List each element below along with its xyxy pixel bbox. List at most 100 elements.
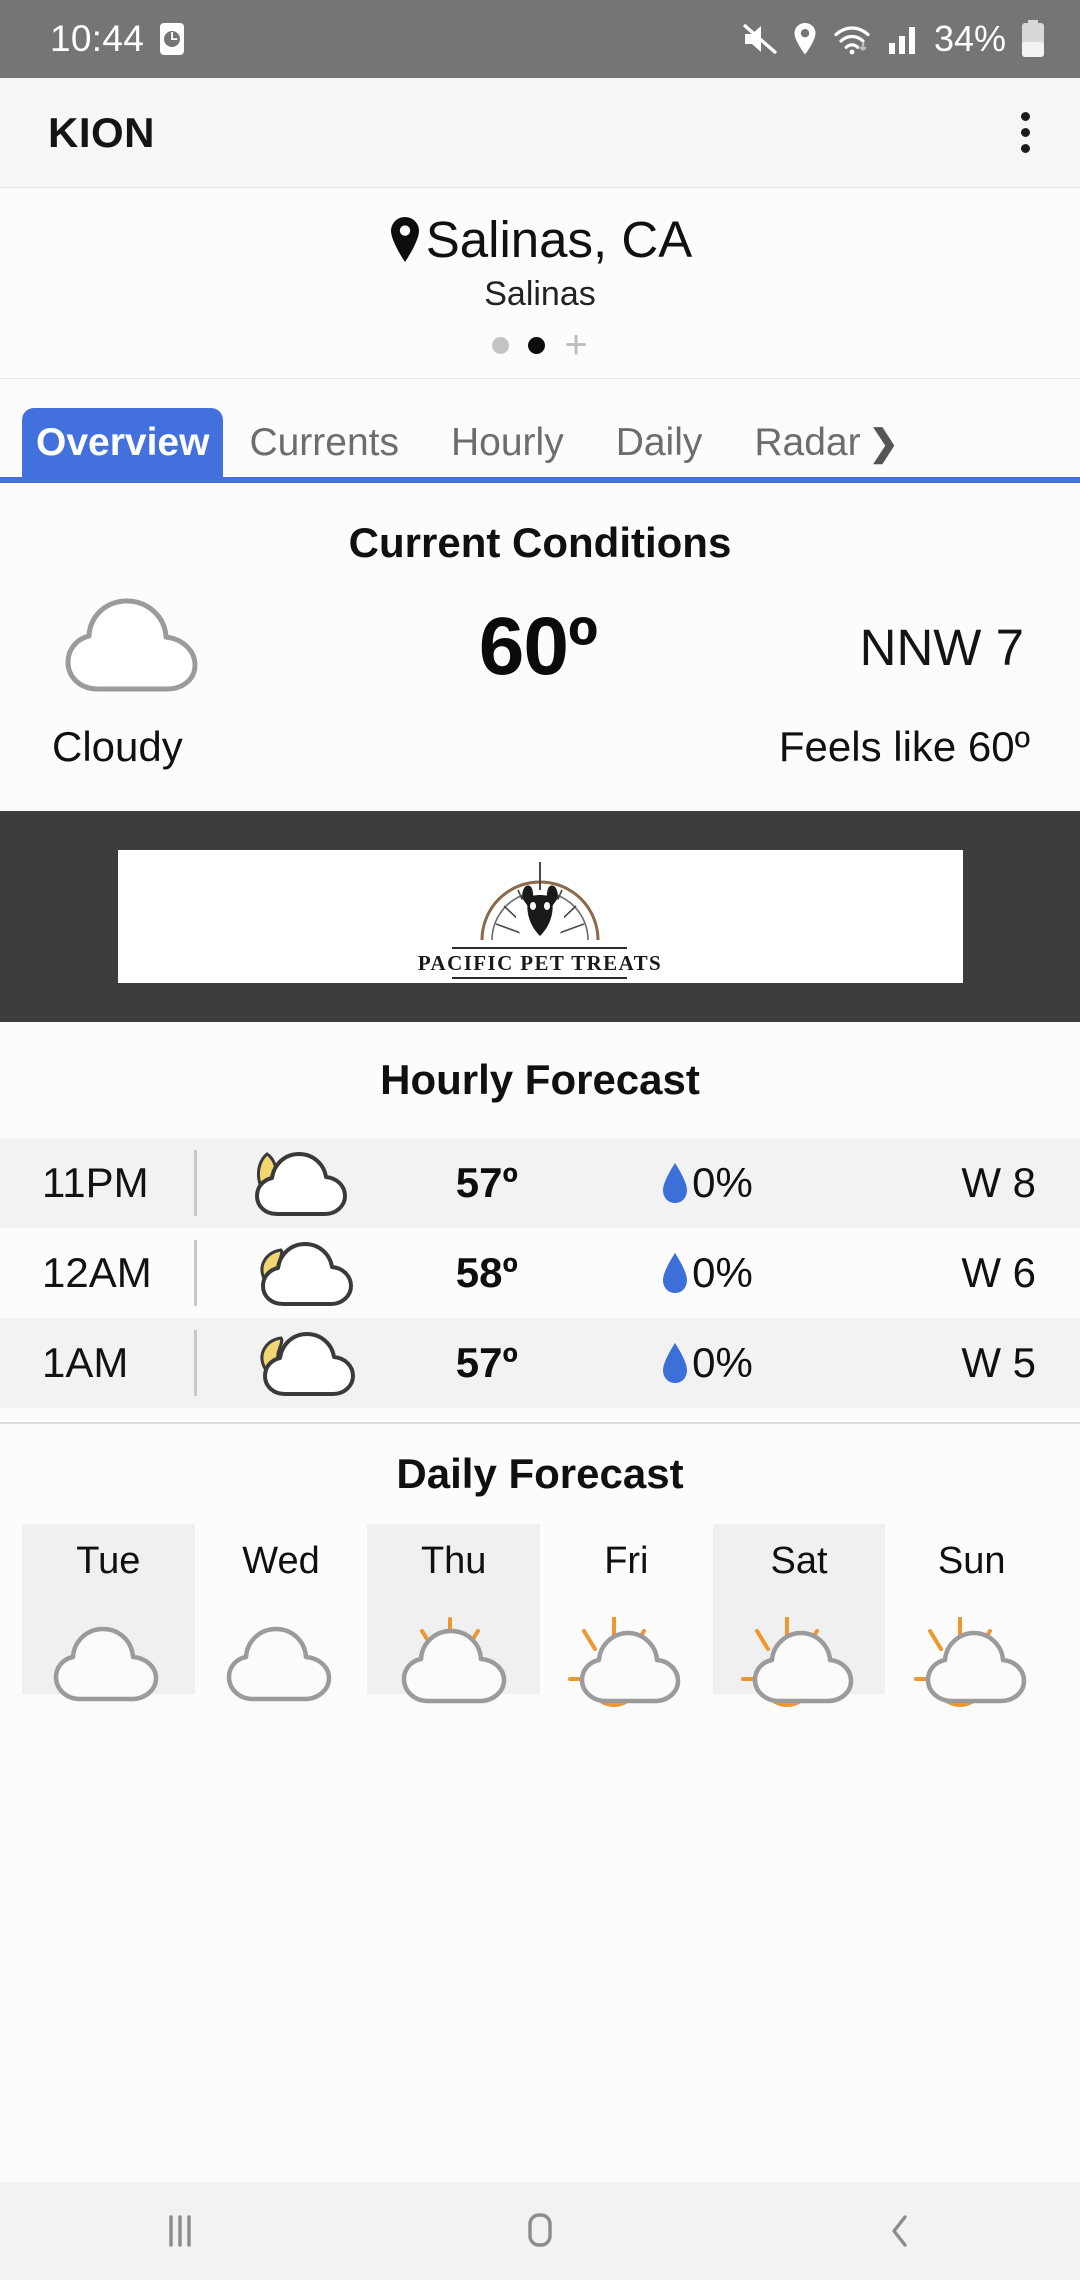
moon-behind-cloud-icon — [227, 1140, 377, 1226]
daily-day-column[interactable]: Sat — [712, 1524, 886, 1707]
chevron-right-icon: ❯ — [868, 422, 899, 463]
current-condition-text: Cloudy — [52, 723, 183, 770]
daily-day-column[interactable]: Sun — [885, 1524, 1058, 1707]
daily-day-name: Fri — [604, 1540, 649, 1582]
tab-daily[interactable]: Daily — [590, 409, 729, 477]
cloud-icon — [48, 1617, 168, 1707]
cloud-icon — [56, 587, 216, 707]
hourly-row-divider — [194, 1240, 197, 1306]
hourly-row[interactable]: 1AM 57º 0% W 5 — [0, 1318, 1080, 1408]
location-name: Salinas, CA — [425, 211, 693, 268]
status-bar: 10:44 34% — [0, 0, 1080, 78]
home-icon[interactable] — [480, 2209, 600, 2253]
mute-icon — [742, 22, 778, 56]
sun-behind-cloud-small-icon — [394, 1617, 514, 1707]
signal-icon — [886, 22, 920, 56]
ad-logo-rule-bottom — [452, 976, 628, 979]
sun-behind-cloud-icon — [566, 1615, 686, 1707]
location-pin-icon — [388, 216, 422, 264]
ad-advertiser-name: PACIFIC PET TREATS — [417, 950, 663, 975]
hourly-row-divider — [194, 1150, 197, 1216]
tab-overview[interactable]: Overview — [22, 408, 224, 477]
hourly-row-divider — [194, 1330, 197, 1396]
moon-behind-cloud-icon — [227, 1320, 377, 1406]
tabstrip[interactable]: Overview Currents Hourly Daily Radar ❯ — [0, 401, 1080, 483]
add-location-button[interactable]: + — [564, 325, 587, 365]
location-icon — [792, 22, 818, 56]
tab-hourly[interactable]: Hourly — [425, 409, 590, 477]
current-conditions-subrow: Cloudy Feels like 60º — [0, 707, 1080, 811]
location-pager[interactable]: + — [0, 325, 1080, 365]
daily-day-name: Thu — [420, 1540, 487, 1582]
daily-day-column[interactable]: Tue — [22, 1524, 195, 1702]
app-title: KION — [48, 108, 155, 156]
current-conditions-title: Current Conditions — [348, 519, 732, 566]
water-droplet-icon — [660, 1161, 690, 1205]
hourly-wind: W 6 — [961, 1249, 1037, 1296]
tab-radar[interactable]: Radar ❯ — [728, 409, 898, 477]
daily-day-name: Sun — [937, 1540, 1006, 1582]
pager-dot-active[interactable] — [528, 336, 546, 354]
location-subtitle: Salinas — [484, 275, 596, 313]
sun-behind-cloud-icon — [912, 1615, 1032, 1707]
hourly-wind: W 8 — [961, 1159, 1037, 1206]
android-navigation-bar — [0, 2182, 1080, 2280]
hourly-precipitation: 0% — [597, 1339, 817, 1387]
status-bar-left: 10:44 — [50, 18, 186, 60]
daily-forecast-title: Daily Forecast — [396, 1450, 684, 1497]
battery-percent: 34% — [933, 18, 1006, 59]
tab-currents[interactable]: Currents — [223, 409, 425, 477]
daily-day-column[interactable]: Wed — [195, 1524, 368, 1702]
hourly-pop-value: 0% — [692, 1339, 753, 1386]
feels-like-text: Feels like 60º — [778, 723, 1030, 770]
current-temperature: 60º — [478, 601, 598, 692]
moon-behind-cloud-icon — [227, 1230, 377, 1316]
ad-content[interactable]: PACIFIC PET TREATS — [117, 850, 963, 983]
daily-forecast-grid: Tue Wed Thu Fri Sat Sun — [0, 1524, 1080, 1707]
cloud-icon — [221, 1617, 341, 1707]
current-conditions-section: Current Conditions 60º NNW 7 Cloudy Feel… — [0, 483, 1080, 811]
ad-logo-rule-top — [452, 946, 628, 949]
current-conditions-row: 60º NNW 7 — [0, 567, 1080, 707]
hourly-time: 12AM — [42, 1249, 152, 1296]
hourly-temperature: 57º — [455, 1339, 518, 1386]
daily-day-name: Wed — [242, 1540, 320, 1582]
dog-head-arch-logo: PACIFIC PET TREATS — [418, 854, 662, 980]
hourly-wind: W 5 — [961, 1339, 1037, 1386]
back-icon[interactable] — [840, 2209, 960, 2253]
water-droplet-icon — [660, 1251, 690, 1295]
hourly-row[interactable]: 12AM 58º 0% W 6 — [0, 1228, 1080, 1318]
tabs-container: Overview Currents Hourly Daily Radar ❯ — [0, 379, 1080, 483]
sun-behind-cloud-icon — [739, 1615, 859, 1707]
overflow-menu-icon[interactable] — [1009, 100, 1042, 165]
location-name-row[interactable]: Salinas, CA — [0, 210, 1080, 269]
tab-radar-label: Radar — [754, 421, 861, 464]
current-wind: NNW 7 — [859, 618, 1024, 676]
location-header[interactable]: Salinas, CA Salinas + — [0, 188, 1080, 379]
daily-forecast-section: Daily Forecast Tue Wed Thu Fri Sat Sun — [0, 1424, 1080, 1707]
pager-dot[interactable] — [492, 336, 510, 354]
battery-icon — [1020, 20, 1046, 58]
hourly-temperature: 58º — [455, 1249, 518, 1296]
water-droplet-icon — [660, 1341, 690, 1385]
hourly-pop-value: 0% — [692, 1159, 753, 1206]
daily-day-name: Sat — [770, 1540, 828, 1582]
hourly-row[interactable]: 11PM 57º 0% W 8 — [0, 1138, 1080, 1228]
hourly-forecast-section: Hourly Forecast 11PM 57º 0% W 8 12AM 58º… — [0, 1022, 1080, 1424]
daily-day-name: Tue — [76, 1540, 141, 1582]
daily-day-column[interactable]: Fri — [540, 1524, 713, 1707]
alarm-icon — [158, 22, 186, 56]
hourly-forecast-title: Hourly Forecast — [380, 1056, 700, 1103]
advertisement-banner[interactable]: PACIFIC PET TREATS — [0, 811, 1080, 1022]
status-time: 10:44 — [50, 18, 145, 59]
hourly-precipitation: 0% — [597, 1159, 817, 1207]
app-bar: KION — [0, 78, 1080, 188]
status-bar-right: 34% — [742, 18, 1046, 60]
hourly-temperature: 57º — [455, 1159, 518, 1206]
hourly-time: 11PM — [42, 1159, 149, 1206]
hourly-precipitation: 0% — [597, 1249, 817, 1297]
wifi-icon — [832, 22, 872, 56]
recents-icon[interactable] — [120, 2211, 240, 2251]
hourly-pop-value: 0% — [692, 1249, 753, 1296]
daily-day-column[interactable]: Thu — [367, 1524, 541, 1704]
